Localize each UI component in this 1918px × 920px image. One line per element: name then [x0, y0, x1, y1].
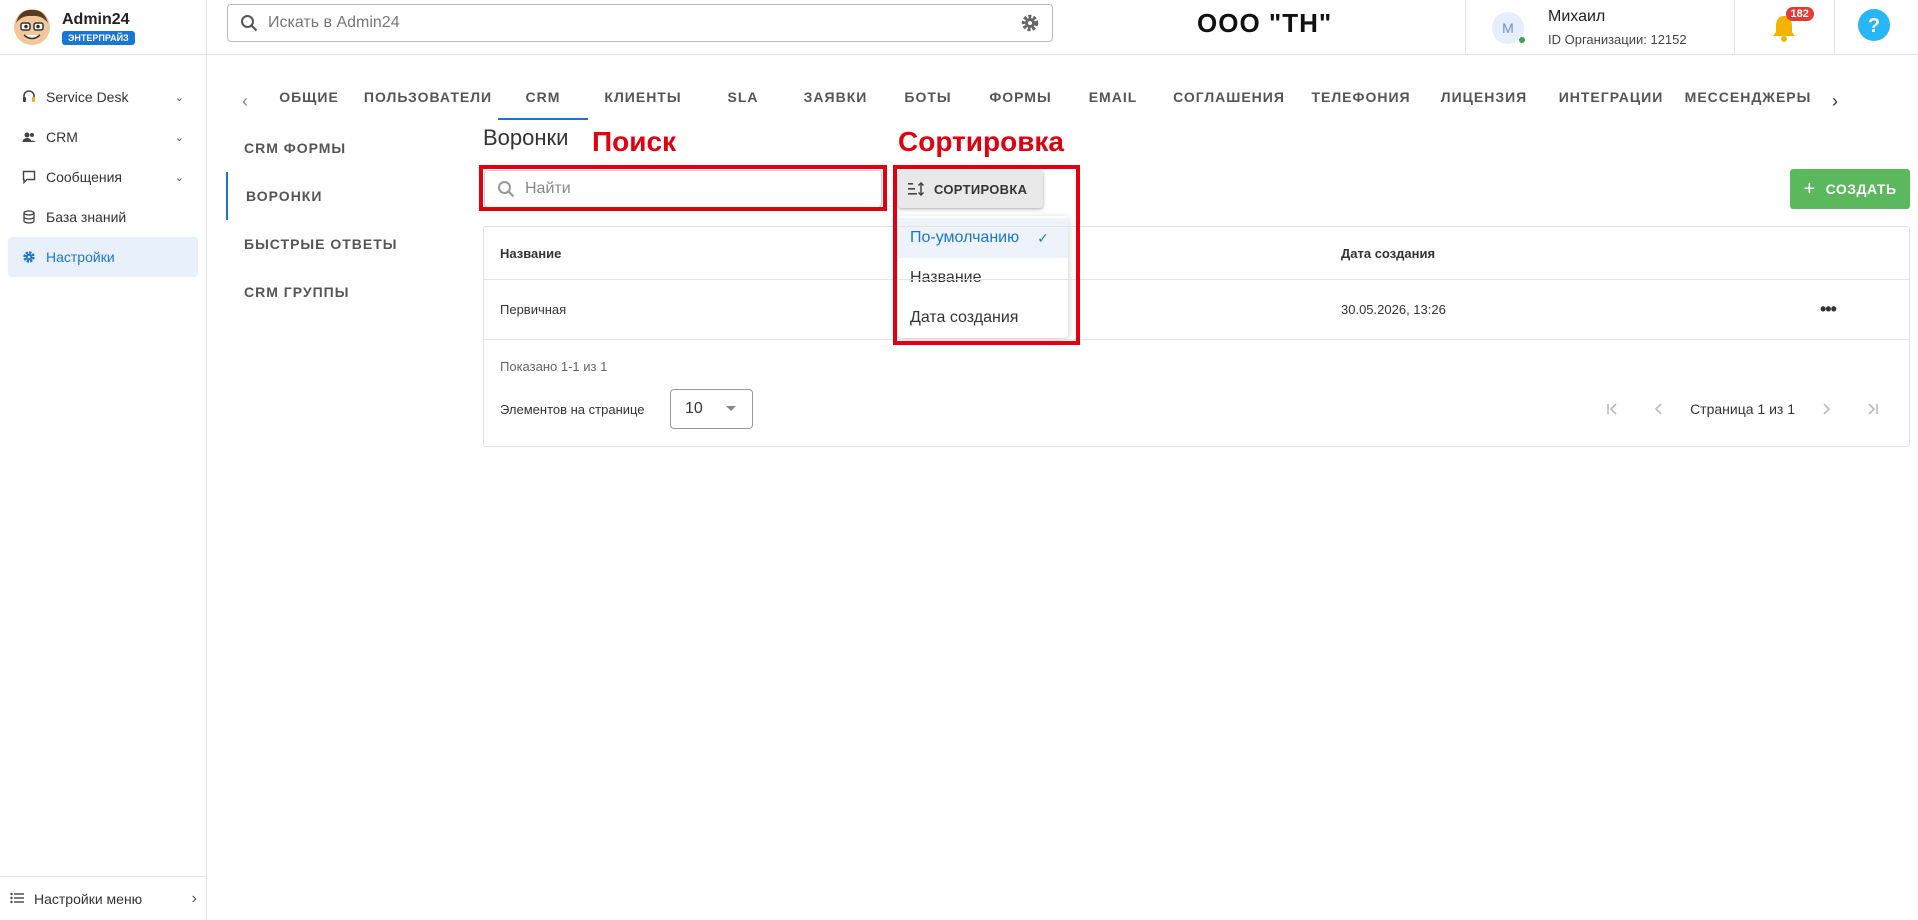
annotation-search-box [479, 165, 887, 211]
tabs-scroll-right-icon[interactable]: › [1820, 91, 1850, 112]
crm-subnav: CRM ФОРМЫ ВОРОНКИ БЫСТРЫЕ ОТВЕТЫ CRM ГРУ… [226, 124, 446, 316]
per-page-label: Элементов на странице [500, 402, 645, 417]
next-page-icon[interactable] [1818, 401, 1834, 417]
tab-forms[interactable]: ФОРМЫ [973, 82, 1068, 120]
brand[interactable]: Admin24 ЭНТЕРПРАЙЗ [0, 0, 206, 55]
avatar-initial: М [1502, 19, 1514, 36]
create-button[interactable]: + СОЗДАТЬ [1790, 169, 1910, 209]
table-row[interactable]: Первичная 30.05.2026, 13:26 ••• [484, 280, 1909, 340]
funnels-table: Название Дата создания Первичная 30.05.2… [483, 226, 1910, 447]
per-page-select[interactable]: 10 [670, 389, 753, 429]
brand-name: Admin24 [62, 10, 130, 28]
user-profile[interactable]: М Михаил ID Организации: 12152 [1465, 0, 1735, 55]
subnav-crm-groups[interactable]: CRM ГРУППЫ [226, 268, 446, 316]
settings-tabs: ‹ ОБЩИЕ ПОЛЬЗОВАТЕЛИ CRM КЛИЕНТЫ SLA ЗАЯ… [207, 82, 1918, 120]
tab-email[interactable]: EMAIL [1068, 82, 1158, 120]
notifications-button[interactable]: 182 [1735, 0, 1835, 55]
global-search-placeholder: Искать в Admin24 [268, 14, 400, 31]
sidebar-nav: Service Desk ⌄ CRM ⌄ Сообщения ⌄ База зн… [0, 55, 206, 277]
shown-count: Показано 1-1 из 1 [500, 359, 608, 374]
sidebar-item-service-desk[interactable]: Service Desk ⌄ [8, 77, 198, 117]
first-page-icon[interactable] [1605, 401, 1621, 417]
headset-icon [22, 90, 36, 104]
sidebar-item-label: Настройки [46, 249, 115, 265]
chevron-down-icon: ⌄ [174, 131, 184, 144]
help-button[interactable]: ? [1857, 8, 1891, 42]
tab-messengers[interactable]: МЕССЕНДЖЕРЫ [1676, 82, 1820, 120]
cell-name: Первичная [500, 302, 567, 317]
annotation-sort-box [893, 165, 1080, 345]
column-header-date[interactable]: Дата создания [1341, 246, 1435, 261]
page-title: Воронки [483, 125, 569, 150]
create-button-label: СОЗДАТЬ [1825, 181, 1897, 197]
tab-general[interactable]: ОБЩИЕ [260, 82, 358, 120]
menu-settings-button[interactable]: Настройки меню › [0, 876, 207, 920]
column-header-name[interactable]: Название [500, 246, 561, 261]
online-status-icon [1518, 35, 1526, 44]
chevron-right-icon: › [191, 889, 197, 907]
list-icon [10, 891, 24, 907]
tab-sla[interactable]: SLA [698, 82, 788, 120]
avatar: М [1492, 11, 1526, 44]
app-root: Admin24 ЭНТЕРПРАЙЗ Service Desk ⌄ CRM ⌄ [0, 0, 1918, 920]
tab-agreements[interactable]: СОГЛАШЕНИЯ [1158, 82, 1300, 120]
database-icon [22, 210, 36, 224]
organization-id: ID Организации: 12152 [1548, 32, 1687, 47]
people-icon [22, 130, 36, 144]
plus-icon: + [1803, 177, 1816, 200]
tab-telephony[interactable]: ТЕЛЕФОНИЯ [1300, 82, 1422, 120]
notification-count-badge: 182 [1785, 6, 1814, 21]
subnav-funnels[interactable]: ВОРОНКИ [226, 172, 446, 220]
annotation-sort-label: Сортировка [898, 126, 1064, 157]
caret-down-icon [726, 406, 736, 411]
help-icon: ? [1858, 9, 1890, 41]
sidebar-item-settings[interactable]: Настройки [8, 237, 198, 277]
tab-clients[interactable]: КЛИЕНТЫ [588, 82, 698, 120]
cell-date: 30.05.2026, 13:26 [1341, 302, 1446, 317]
page-indicator: Страница 1 из 1 [1690, 401, 1795, 417]
search-icon [241, 15, 258, 32]
sidebar-item-label: CRM [46, 129, 78, 145]
more-options-icon[interactable]: ••• [1820, 299, 1837, 320]
gear-icon[interactable] [1020, 13, 1040, 33]
sidebar-item-label: Сообщения [46, 169, 122, 185]
mascot-logo-icon [14, 9, 50, 45]
organization-title: ООО "ТН" [1197, 8, 1333, 38]
sidebar-item-messages[interactable]: Сообщения ⌄ [8, 157, 198, 197]
user-name: Михаил [1548, 8, 1606, 25]
chevron-down-icon: ⌄ [174, 171, 184, 184]
plan-badge: ЭНТЕРПРАЙЗ [62, 30, 135, 45]
table-header: Название Дата создания [484, 227, 1909, 280]
per-page-value: 10 [685, 400, 703, 417]
sidebar-item-label: База знаний [46, 209, 127, 225]
gear-icon [22, 250, 36, 264]
top-header: Искать в Admin24 ООО "ТН" М Михаил ID Ор… [207, 0, 1918, 55]
tab-tickets[interactable]: ЗАЯВКИ [788, 82, 883, 120]
sidebar: Admin24 ЭНТЕРПРАЙЗ Service Desk ⌄ CRM ⌄ [0, 0, 207, 920]
sidebar-item-crm[interactable]: CRM ⌄ [8, 117, 198, 157]
last-page-icon[interactable] [1864, 401, 1880, 417]
global-search-input[interactable]: Искать в Admin24 [227, 4, 1053, 42]
tab-license[interactable]: ЛИЦЕНЗИЯ [1422, 82, 1546, 120]
annotation-search-label: Поиск [592, 126, 677, 157]
svg-text:?: ? [1868, 15, 1880, 37]
pagination: Страница 1 из 1 [1590, 401, 1895, 417]
tab-bots[interactable]: БОТЫ [883, 82, 973, 120]
sidebar-item-label: Service Desk [46, 89, 129, 105]
subnav-crm-forms[interactable]: CRM ФОРМЫ [226, 124, 446, 172]
tab-crm[interactable]: CRM [498, 82, 588, 120]
subnav-quick-replies[interactable]: БЫСТРЫЕ ОТВЕТЫ [226, 220, 446, 268]
chevron-down-icon: ⌄ [174, 91, 184, 104]
tab-users[interactable]: ПОЛЬЗОВАТЕЛИ [358, 82, 498, 120]
message-icon [22, 170, 36, 184]
prev-page-icon[interactable] [1651, 401, 1667, 417]
tab-integrations[interactable]: ИНТЕГРАЦИИ [1546, 82, 1676, 120]
menu-settings-label: Настройки меню [34, 890, 143, 907]
tabs-scroll-left-icon[interactable]: ‹ [230, 91, 260, 112]
sidebar-item-knowledge-base[interactable]: База знаний [8, 197, 198, 237]
